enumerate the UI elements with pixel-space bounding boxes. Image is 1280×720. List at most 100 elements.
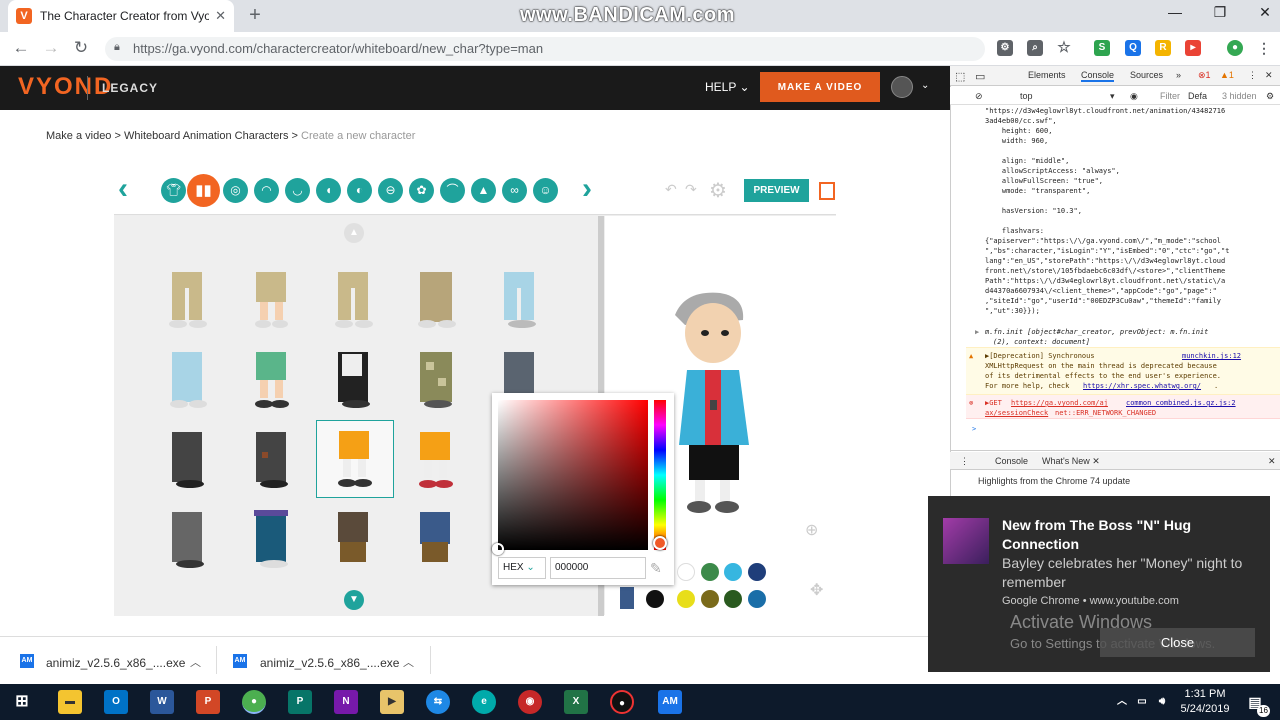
bookmark-star-icon[interactable]: ☆ xyxy=(1056,40,1072,56)
console-filter-input[interactable]: Filter xyxy=(1160,91,1180,101)
recorder-icon[interactable]: ◉ xyxy=(518,690,542,714)
make-a-video-button[interactable]: MAKE A VIDEO xyxy=(760,72,880,102)
category-face-icon[interactable]: ◡ xyxy=(285,178,310,203)
breadcrumb-make-video[interactable]: Make a video xyxy=(46,130,111,142)
warning-count[interactable]: ▲1 xyxy=(1220,70,1234,80)
inspect-icon[interactable]: ⬚ xyxy=(955,70,965,83)
scroll-up-icon[interactable]: ▲ xyxy=(344,223,364,243)
reload-icon[interactable]: ↻ xyxy=(70,38,92,58)
color-swatch[interactable] xyxy=(646,590,664,608)
extension-r-icon[interactable]: R xyxy=(1155,40,1171,56)
eyedropper-icon[interactable]: ✎ xyxy=(650,560,662,577)
warning-link[interactable]: https://xhr.spec.whatwg.org/ xyxy=(1083,381,1201,391)
clock[interactable]: 1:31 PM 5/24/2019 xyxy=(1180,687,1230,717)
pants-item[interactable] xyxy=(234,342,312,420)
pants-item[interactable] xyxy=(398,342,476,420)
color-swatch[interactable] xyxy=(701,563,719,581)
undo-icon[interactable]: ↶ xyxy=(665,181,677,198)
color-swatch[interactable] xyxy=(748,563,766,581)
chevron-down-icon[interactable]: ▾ xyxy=(1110,91,1115,102)
pants-item[interactable] xyxy=(234,502,312,580)
color-swatch[interactable] xyxy=(701,590,719,608)
browser-menu-icon[interactable]: ⋮ xyxy=(1256,40,1272,56)
redo-icon[interactable]: ↷ xyxy=(685,181,697,198)
context-select[interactable]: top xyxy=(1020,91,1033,101)
breadcrumb-whiteboard[interactable]: Whiteboard Animation Characters xyxy=(124,130,288,142)
drawer-close-icon[interactable]: ✕ xyxy=(1268,456,1276,467)
color-swatch[interactable] xyxy=(724,590,742,608)
powerpoint-icon[interactable]: P xyxy=(196,690,220,714)
category-accessory-icon[interactable]: ✿ xyxy=(409,178,434,203)
pants-item[interactable] xyxy=(316,342,394,420)
gear-icon[interactable]: ⚙ xyxy=(709,178,727,203)
hue-slider[interactable] xyxy=(654,400,666,550)
tab-console[interactable]: Console xyxy=(1081,70,1115,82)
onenote-icon[interactable]: N xyxy=(334,690,358,714)
vyond-logo[interactable]: VYOND xyxy=(18,73,113,101)
category-eyes-icon[interactable]: ⊖ xyxy=(378,178,403,203)
color-mode-select[interactable]: HEX ⌄ xyxy=(498,557,546,579)
file-explorer-icon[interactable]: ▬ xyxy=(58,690,82,714)
download-item[interactable]: animiz_v2.5.6_x86_....exe xyxy=(46,656,185,670)
eye-icon[interactable]: ◉ xyxy=(1130,91,1138,102)
lock-icon[interactable]: 🔒︎ xyxy=(114,41,120,54)
chevron-up-icon[interactable]: ︿ xyxy=(403,654,414,670)
category-next-icon[interactable]: › xyxy=(582,172,592,206)
chrome-taskbar-icon[interactable]: ● xyxy=(242,690,266,714)
tab-elements[interactable]: Elements xyxy=(1028,70,1066,80)
volume-icon[interactable]: 🔊︎ xyxy=(1150,690,1174,714)
user-avatar[interactable] xyxy=(891,76,913,98)
chevron-down-icon[interactable]: ⌄ xyxy=(921,80,929,91)
extension-search-icon[interactable]: Q xyxy=(1125,40,1141,56)
pants-item[interactable] xyxy=(482,262,560,340)
clear-console-icon[interactable]: ⊘ xyxy=(975,91,983,102)
pants-item-selected[interactable] xyxy=(316,420,394,498)
hue-handle[interactable] xyxy=(653,536,667,550)
color-swatch[interactable] xyxy=(677,563,695,581)
forward-icon[interactable]: → xyxy=(40,38,62,58)
tab-close-icon[interactable]: ✕ xyxy=(215,8,226,24)
color-swatch[interactable] xyxy=(677,590,695,608)
scroll-down-icon[interactable]: ▼ xyxy=(344,590,364,610)
pants-item[interactable] xyxy=(150,262,228,340)
notification-close-button[interactable]: Close xyxy=(1100,628,1255,657)
download-item[interactable]: animiz_v2.5.6_x86_....exe xyxy=(260,656,399,670)
window-close-icon[interactable]: ✕ xyxy=(1250,4,1280,21)
save-icon[interactable] xyxy=(819,182,835,200)
help-menu[interactable]: HELP ⌄ xyxy=(705,80,750,94)
outlook-icon[interactable]: O xyxy=(104,690,128,714)
error-url-cont[interactable]: ax/sessionCheck xyxy=(985,408,1048,418)
teamviewer-icon[interactable]: ⇆ xyxy=(426,690,450,714)
pants-item[interactable] xyxy=(398,422,476,500)
error-url[interactable]: https://ga.vyond.com/aj xyxy=(1011,398,1108,408)
url-text[interactable]: https://ga.vyond.com/charactercreator/wh… xyxy=(133,41,543,56)
devtools-close-icon[interactable]: ✕ xyxy=(1265,70,1273,81)
color-handle[interactable] xyxy=(492,543,504,555)
category-hair-icon[interactable]: ◠ xyxy=(254,178,279,203)
category-nose-icon[interactable]: ▲ xyxy=(471,178,496,203)
new-tab-button[interactable]: + xyxy=(244,4,266,27)
pants-item[interactable] xyxy=(150,422,228,500)
browser-tab[interactable]: V The Character Creator from Vyond ✕ xyxy=(8,0,234,32)
translate-icon[interactable]: ⚙ xyxy=(997,40,1013,56)
color-swatch[interactable] xyxy=(748,590,766,608)
animiz-icon[interactable]: AM xyxy=(658,690,682,714)
category-glasses-icon[interactable]: ∞ xyxy=(502,178,527,203)
category-beard-icon[interactable]: ☺ xyxy=(533,178,558,203)
warning-source-link[interactable]: munchkin.js:12 xyxy=(1182,351,1241,361)
pants-item[interactable] xyxy=(316,502,394,580)
pants-item[interactable] xyxy=(316,262,394,340)
category-mouth-icon[interactable]: ◖ xyxy=(316,178,341,203)
edge-icon[interactable]: e xyxy=(472,690,496,714)
extension-cast-icon[interactable]: ▸ xyxy=(1185,40,1201,56)
restore-icon[interactable]: ❐ xyxy=(1205,4,1235,21)
pants-item[interactable] xyxy=(150,342,228,420)
category-body-icon[interactable]: ◎ xyxy=(223,178,248,203)
hex-input[interactable]: 000000 xyxy=(550,557,646,579)
drawer-divider[interactable] xyxy=(950,450,1280,451)
extension-s-icon[interactable]: S xyxy=(1094,40,1110,56)
pants-item[interactable] xyxy=(398,502,476,580)
expand-arrow-icon[interactable]: ▶ xyxy=(975,327,979,337)
zoom-in-icon[interactable]: ⊕ xyxy=(805,520,818,540)
drawer-tab-console[interactable]: Console xyxy=(995,456,1028,466)
